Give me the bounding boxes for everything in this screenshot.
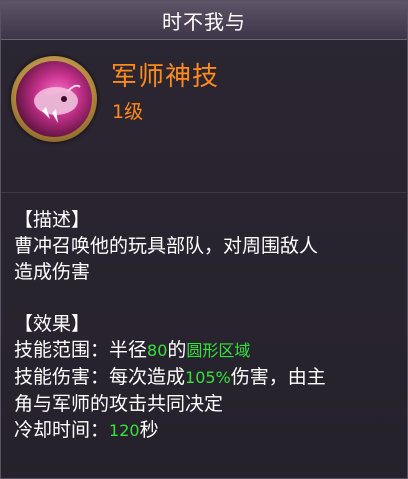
skill-header: 军师神技 1级	[1, 40, 407, 192]
damage-label: 技能伤害：每次造成	[14, 366, 186, 388]
description-line: 曹冲召唤他的玩具部队，对周围敌人	[14, 235, 319, 257]
skill-level: 1级	[112, 101, 144, 123]
effect-range: 技能范围：半径80的圆形区域	[14, 337, 399, 364]
range-area: 圆形区域	[186, 341, 251, 360]
range-mid: 的	[167, 339, 187, 361]
divider	[1, 192, 407, 193]
range-label: 技能范围：半径	[14, 339, 148, 361]
description-heading: 【描述】	[14, 209, 91, 231]
effect-heading: 【效果】	[14, 313, 91, 335]
damage-suffix: 伤害，由主	[230, 366, 326, 388]
cooldown-value: 120	[109, 421, 140, 440]
skill-details: 【描述】 曹冲召唤他的玩具部队，对周围敌人 造成伤害 【效果】 技能范围：半径8…	[14, 207, 399, 444]
cooldown-label: 冷却时间：	[14, 419, 110, 441]
skill-name: 军师神技	[111, 62, 220, 92]
skill-icon-frame	[11, 56, 97, 142]
damage-value: 105%	[185, 368, 231, 387]
pink-beast-icon	[16, 61, 92, 137]
effect-cooldown: 冷却时间：120秒	[14, 417, 399, 444]
effect-damage-line2: 角与军师的攻击共同决定	[14, 393, 224, 415]
window-title: 时不我与	[162, 9, 246, 34]
effect-damage: 技能伤害：每次造成105%伤害，由主	[14, 364, 399, 391]
skill-tooltip-panel: 时不我与 军师神技 1级 【描述】 曹冲召唤他的玩具部队，对周围敌人 造成伤害 …	[0, 0, 408, 479]
title-bar: 时不我与	[1, 1, 407, 40]
cooldown-unit: 秒	[139, 419, 159, 441]
description-line: 造成伤害	[14, 261, 91, 283]
range-value: 80	[147, 341, 168, 360]
